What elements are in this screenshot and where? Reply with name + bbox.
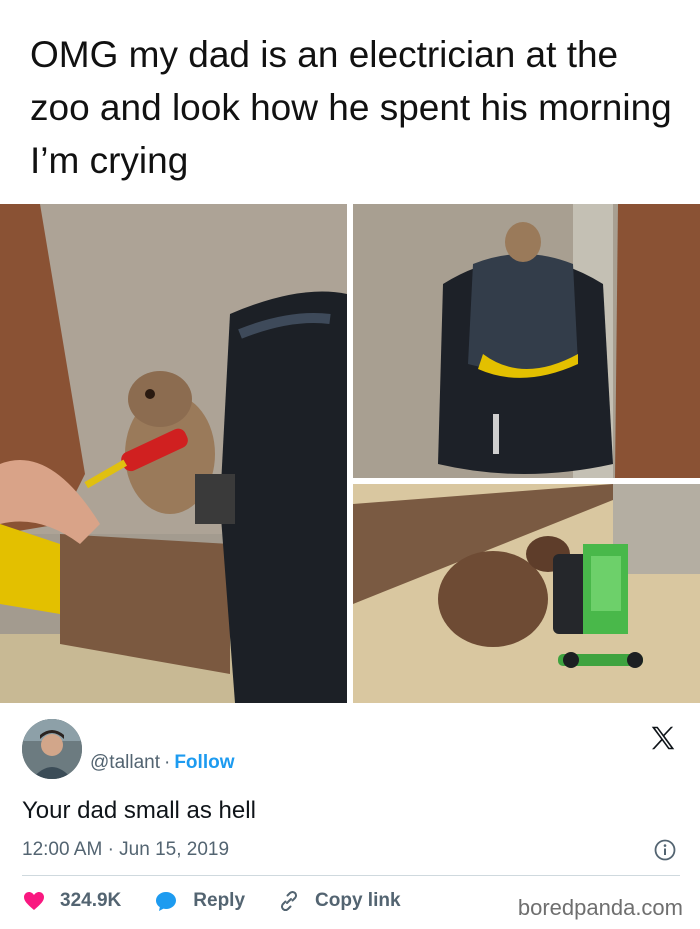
divider	[22, 875, 680, 876]
photo-meerkat-in-bag	[353, 204, 700, 478]
like-button[interactable]: 324.9K	[22, 889, 121, 913]
author-row: @tallant · Follow	[90, 752, 234, 774]
headline: OMG my dad is an electrician at the zoo …	[30, 34, 672, 181]
link-icon	[280, 890, 298, 912]
tweet-card: @tallant · Follow Your dad small as hell 1…	[0, 703, 700, 929]
photo-meerkat-screwdriver	[0, 204, 347, 703]
source-watermark: boredpanda.com	[517, 895, 683, 920]
copy-link-label: Copy link	[315, 890, 401, 911]
reply-button[interactable]: Reply	[153, 889, 245, 913]
x-logo-icon[interactable]	[648, 723, 678, 753]
heart-icon	[24, 892, 44, 910]
separator: ·	[164, 752, 171, 773]
separator: ·	[107, 839, 114, 860]
like-count: 324.9K	[60, 890, 122, 911]
tweet-text: Your dad small as hell	[22, 797, 256, 824]
tweet-time: 12:00 AM	[22, 839, 103, 860]
reply-bubble-icon	[156, 892, 177, 911]
follow-button[interactable]: Follow	[174, 752, 234, 773]
tweet-timestamp[interactable]: 12:00 AM · Jun 15, 2019	[22, 839, 229, 861]
avatar[interactable]	[22, 719, 82, 779]
info-icon[interactable]	[654, 839, 676, 861]
author-handle[interactable]: @tallant	[90, 752, 160, 773]
tweet-date: Jun 15, 2019	[119, 839, 230, 860]
action-bar: 324.9K Reply Copy link	[22, 889, 433, 913]
reply-label: Reply	[193, 890, 246, 911]
photo-meerkat-worklight	[353, 484, 700, 703]
copy-link-button[interactable]: Copy link	[277, 889, 401, 913]
